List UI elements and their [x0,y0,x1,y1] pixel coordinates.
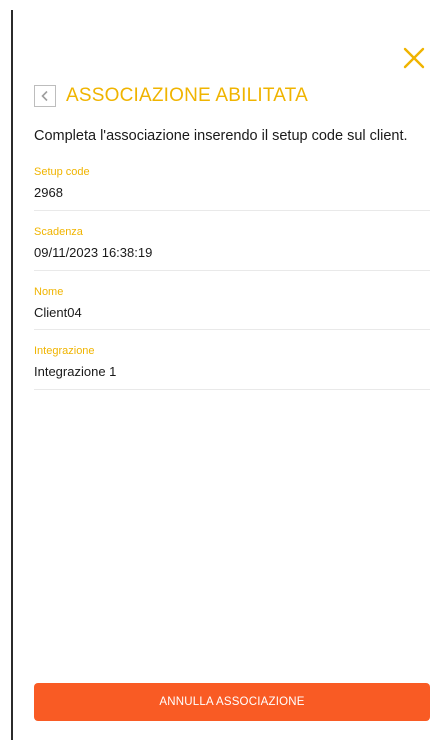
cancel-association-button[interactable]: ANNULLA ASSOCIAZIONE [34,683,430,721]
field-value: 2968 [34,185,63,200]
field-label: Integrazione [34,345,95,357]
field-label: Setup code [34,166,90,178]
page-title: ASSOCIAZIONE ABILITATA [66,85,308,106]
field-label: Nome [34,286,64,298]
title-row: ASSOCIAZIONE ABILITATA [34,83,308,109]
panel-edge-line [11,10,13,740]
close-icon [403,47,425,69]
field-expiry: Scadenza 09/11/2023 16:38:19 [34,225,430,271]
field-value: Client04 [34,305,82,320]
close-button[interactable] [402,46,426,70]
chevron-left-icon [41,90,48,102]
intro-text: Completa l'associazione inserendo il set… [34,128,408,144]
field-value: 09/11/2023 16:38:19 [34,245,153,260]
back-button[interactable] [34,85,56,107]
field-value: Integrazione 1 [34,364,117,379]
field-name: Nome Client04 [34,285,430,330]
field-setup-code: Setup code 2968 [34,165,430,211]
association-panel: ASSOCIAZIONE ABILITATA Completa l'associ… [14,0,441,740]
field-integration: Integrazione Integrazione 1 [34,344,430,390]
field-label: Scadenza [34,226,83,238]
